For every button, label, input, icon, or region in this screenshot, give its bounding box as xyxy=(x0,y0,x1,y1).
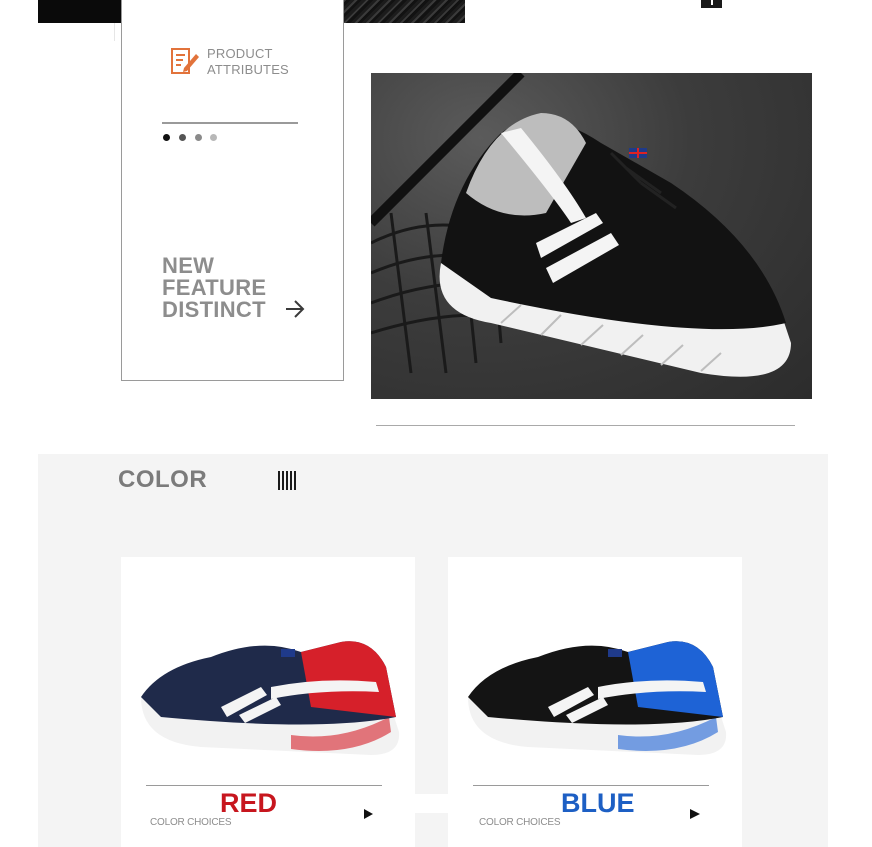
blue-shoe-image xyxy=(468,641,727,755)
divider xyxy=(114,23,115,41)
attributes-title-line1: PRODUCT xyxy=(207,46,273,61)
attributes-divider xyxy=(162,122,298,124)
carousel-dot-2[interactable] xyxy=(179,134,186,141)
section-divider xyxy=(376,425,795,426)
color-name-blue: BLUE xyxy=(561,788,635,818)
red-shoe-image xyxy=(141,641,400,755)
feature-line3: DISTINCT xyxy=(162,297,266,322)
play-icon[interactable] xyxy=(690,809,700,819)
attributes-title-line2: ATTRIBUTES xyxy=(207,62,289,77)
spacer xyxy=(415,794,448,813)
barcode-icon xyxy=(278,471,296,490)
carousel-dot-3[interactable] xyxy=(195,134,202,141)
carousel-dot-4[interactable] xyxy=(210,134,217,141)
red-card-divider xyxy=(146,785,382,786)
color-subtitle-red: COLOR CHOICES xyxy=(150,817,232,828)
color-section-title: COLOR xyxy=(118,466,208,493)
blue-card-divider xyxy=(473,785,709,786)
product-hero-image xyxy=(371,73,812,399)
feature-line2: FEATURE xyxy=(162,275,267,300)
carousel-dot-1[interactable] xyxy=(163,134,170,141)
color-name-red: RED xyxy=(220,788,278,818)
color-subtitle-blue: COLOR CHOICES xyxy=(479,817,561,828)
top-marker xyxy=(701,0,722,8)
arrow-right-icon[interactable] xyxy=(284,299,306,319)
edit-document-icon xyxy=(171,48,199,74)
play-icon[interactable] xyxy=(364,809,373,819)
feature-line1: NEW xyxy=(162,253,215,278)
